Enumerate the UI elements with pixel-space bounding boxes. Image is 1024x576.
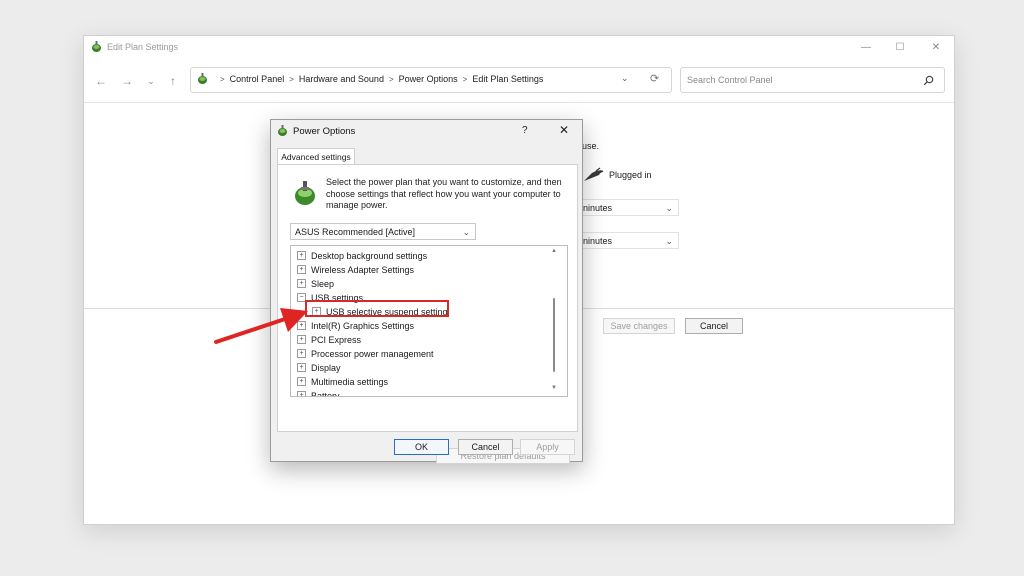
close-button[interactable]: ✕ [926,40,946,56]
tree-item[interactable]: + Sleep [297,277,334,291]
divider [84,102,954,103]
forward-arrow-icon[interactable]: → [118,72,136,90]
search-box[interactable] [680,67,945,93]
search-icon[interactable] [923,73,934,91]
tree-item-label: Battery [311,391,340,397]
breadcrumb-chevron-icon: > [388,75,394,84]
tree-item[interactable]: + Desktop background settings [297,249,427,263]
expand-icon[interactable]: + [297,349,306,359]
select-value: ninutes [583,236,613,246]
tree-item-label: Wireless Adapter Settings [311,265,415,275]
power-options-dialog: Power Options ? ✕ Advanced settings Sele… [270,119,583,464]
chevron-down-icon: ⌄ [462,227,470,237]
dialog-cancel-button[interactable]: Cancel [458,439,513,455]
tree-item[interactable]: + Wireless Adapter Settings [297,263,414,277]
search-input[interactable] [687,72,917,87]
breadcrumb-chevron-icon: > [462,75,468,84]
plan-description-fragment: use. [582,141,600,151]
tree-item[interactable]: + Multimedia settings [297,375,388,389]
display-timeout-select[interactable]: ninutes ⌄ [578,232,679,249]
chevron-down-icon: ⌄ [665,236,673,246]
tree-item-label: Intel(R) Graphics Settings [311,321,415,331]
breadcrumb-chevron-icon: > [289,75,294,84]
help-button[interactable]: ? [522,125,528,136]
plugged-in-label: Plugged in [609,170,652,180]
minimize-button[interactable]: — [856,40,876,56]
sleep-timeout-select[interactable]: ninutes ⌄ [578,199,679,216]
refresh-icon[interactable]: ⟳ [650,72,659,85]
address-dropdown-icon[interactable]: ⌄ [621,73,629,84]
maximize-button[interactable]: ☐ [890,40,910,56]
tree-item[interactable]: + Battery [297,389,340,397]
breadcrumb-power-options[interactable]: Power Options [399,74,458,84]
ok-button[interactable]: OK [394,439,449,455]
tree-item-label: Processor power management [311,349,434,359]
tree-item-label: Display [311,363,341,373]
expand-icon[interactable]: + [297,391,306,396]
expand-icon[interactable]: + [297,363,306,373]
power-options-icon [276,124,289,142]
power-options-icon [90,40,103,58]
power-plan-icon [292,179,318,212]
tree-item-label: Multimedia settings [311,377,389,387]
address-bar[interactable]: > Control Panel > Hardware and Sound > Power … [190,67,672,93]
dialog-close-button[interactable]: ✕ [557,123,571,137]
chevron-down-icon: ⌄ [665,203,673,213]
up-arrow-icon[interactable]: ↑ [164,72,182,90]
expand-icon[interactable]: + [297,279,306,289]
tree-scrollbar[interactable] [553,298,555,372]
apply-button[interactable]: Apply [520,439,575,455]
breadcrumb: > Control Panel > Hardware and Sound > Power … [215,74,543,84]
expand-icon[interactable]: + [297,251,306,261]
scroll-up-icon[interactable]: ▲ [551,248,557,254]
settings-tree[interactable]: + Desktop background settings + Wireless Ad… [290,245,568,397]
scroll-down-icon[interactable]: ▼ [551,385,557,391]
select-value: ninutes [583,203,613,213]
title-bar[interactable]: Edit Plan Settings — ☐ ✕ [84,36,954,60]
power-plan-value: ASUS Recommended [Active] [295,227,416,237]
dialog-title: Power Options [293,126,356,137]
battery-plug-icon [582,167,604,188]
tree-item[interactable]: + Display [297,361,341,375]
dialog-description: Select the power plan that you want to c… [326,177,562,210]
advanced-settings-panel: Select the power plan that you want to c… [277,164,578,464]
control-panel-icon [196,72,209,90]
tree-item[interactable]: + Processor power management [297,347,434,361]
power-plan-select[interactable]: ASUS Recommended [Active] ⌄ [290,223,476,240]
expand-icon[interactable]: + [297,377,306,387]
red-pointer-arrow [214,308,308,344]
back-arrow-icon[interactable]: ← [92,72,110,90]
breadcrumb-hardware-sound[interactable]: Hardware and Sound [299,74,384,84]
breadcrumb-chevron-icon: > [220,75,225,84]
highlight-box [305,300,449,317]
tree-item-label: Desktop background settings [311,251,428,261]
address-row: ← → ⌄ ↑ > Control Panel > Hardware and Soun… [84,64,954,98]
recent-locations-chevron-icon[interactable]: ⌄ [142,72,160,90]
window-title: Edit Plan Settings [107,42,179,52]
breadcrumb-edit-plan-settings[interactable]: Edit Plan Settings [472,74,543,84]
tab-advanced-settings[interactable]: Advanced settings [277,148,355,165]
breadcrumb-control-panel[interactable]: Control Panel [230,74,285,84]
expand-icon[interactable]: + [297,265,306,275]
tree-item-label: Sleep [311,279,335,289]
save-changes-button[interactable]: Save changes [603,318,675,334]
cancel-button[interactable]: Cancel [685,318,743,334]
